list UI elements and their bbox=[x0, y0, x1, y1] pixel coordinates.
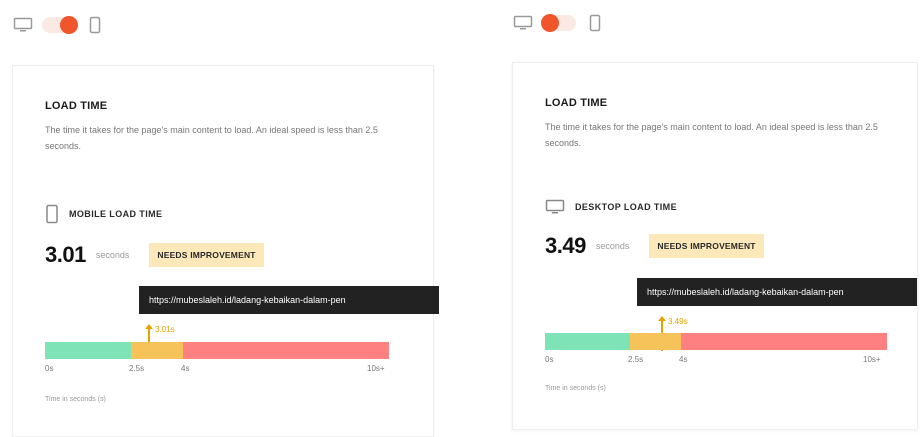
load-time-card: LOAD TIME The time it takes for the page… bbox=[512, 62, 918, 430]
bar-segment-poor bbox=[183, 342, 389, 359]
status-badge: NEEDS IMPROVEMENT bbox=[649, 234, 764, 258]
tick-2: 4s bbox=[679, 355, 688, 364]
desktop-panel: LOAD TIME The time it takes for the page… bbox=[460, 0, 920, 437]
mobile-icon bbox=[46, 204, 58, 224]
tick-2: 4s bbox=[181, 364, 190, 373]
desktop-icon bbox=[545, 199, 565, 214]
url-tooltip: https://mubeslaleh.id/ladang-kebaikan-da… bbox=[139, 286, 439, 314]
card-description: The time it takes for the page's main co… bbox=[45, 125, 378, 151]
status-badge: NEEDS IMPROVEMENT bbox=[149, 243, 264, 267]
card-description: The time it takes for the page's main co… bbox=[545, 122, 878, 148]
tick-0: 0s bbox=[545, 355, 554, 364]
url-tooltip: https://mubeslaleh.id/ladang-kebaikan-da… bbox=[637, 278, 917, 306]
sub-title: MOBILE LOAD TIME bbox=[69, 209, 163, 219]
load-time-bar bbox=[45, 342, 389, 359]
desktop-load-time-header: DESKTOP LOAD TIME bbox=[545, 199, 677, 215]
tick-1: 2.5s bbox=[129, 364, 145, 373]
device-toggle bbox=[12, 16, 106, 34]
bar-segment-needs-improvement bbox=[630, 333, 681, 350]
card-title: LOAD TIME bbox=[545, 97, 608, 109]
mobile-load-time-header: MOBILE LOAD TIME bbox=[45, 204, 162, 224]
load-time-metric: 3.49 seconds NEEDS IMPROVEMENT bbox=[545, 233, 764, 259]
card-title: LOAD TIME bbox=[45, 100, 108, 112]
sub-title: DESKTOP LOAD TIME bbox=[575, 202, 677, 212]
mobile-panel: LOAD TIME The time it takes for the page… bbox=[0, 0, 460, 437]
load-time-card: LOAD TIME The time it takes for the page… bbox=[12, 65, 439, 437]
load-time-unit: seconds bbox=[95, 250, 130, 260]
load-time-metric: 3.01 seconds NEEDS IMPROVEMENT bbox=[45, 242, 264, 268]
device-toggle bbox=[512, 14, 606, 32]
marker-label: 3.49s bbox=[668, 317, 688, 326]
bar-segment-good bbox=[545, 333, 630, 350]
axis-caption: Time in seconds (s) bbox=[45, 396, 106, 403]
bar-segment-needs-improvement bbox=[131, 342, 183, 359]
desktop-icon[interactable] bbox=[512, 14, 534, 32]
load-time-value: 3.49 bbox=[545, 233, 586, 258]
tick-1: 2.5s bbox=[628, 355, 644, 364]
marker-label: 3.01s bbox=[155, 325, 175, 334]
tick-3: 10s+ bbox=[863, 355, 881, 364]
bar-segment-poor bbox=[681, 333, 887, 350]
desktop-icon[interactable] bbox=[12, 16, 34, 34]
load-time-value: 3.01 bbox=[45, 242, 86, 267]
device-switch[interactable] bbox=[42, 16, 78, 34]
axis-caption: Time in seconds (s) bbox=[545, 385, 606, 392]
tick-0: 0s bbox=[45, 364, 54, 373]
tick-3: 10s+ bbox=[367, 364, 385, 373]
load-time-bar bbox=[545, 333, 887, 350]
switch-knob bbox=[60, 16, 78, 34]
bar-segment-good bbox=[45, 342, 131, 359]
mobile-icon[interactable] bbox=[584, 14, 606, 32]
load-time-unit: seconds bbox=[595, 241, 630, 251]
switch-knob bbox=[541, 14, 559, 32]
mobile-icon[interactable] bbox=[84, 16, 106, 34]
device-switch[interactable] bbox=[541, 14, 576, 32]
